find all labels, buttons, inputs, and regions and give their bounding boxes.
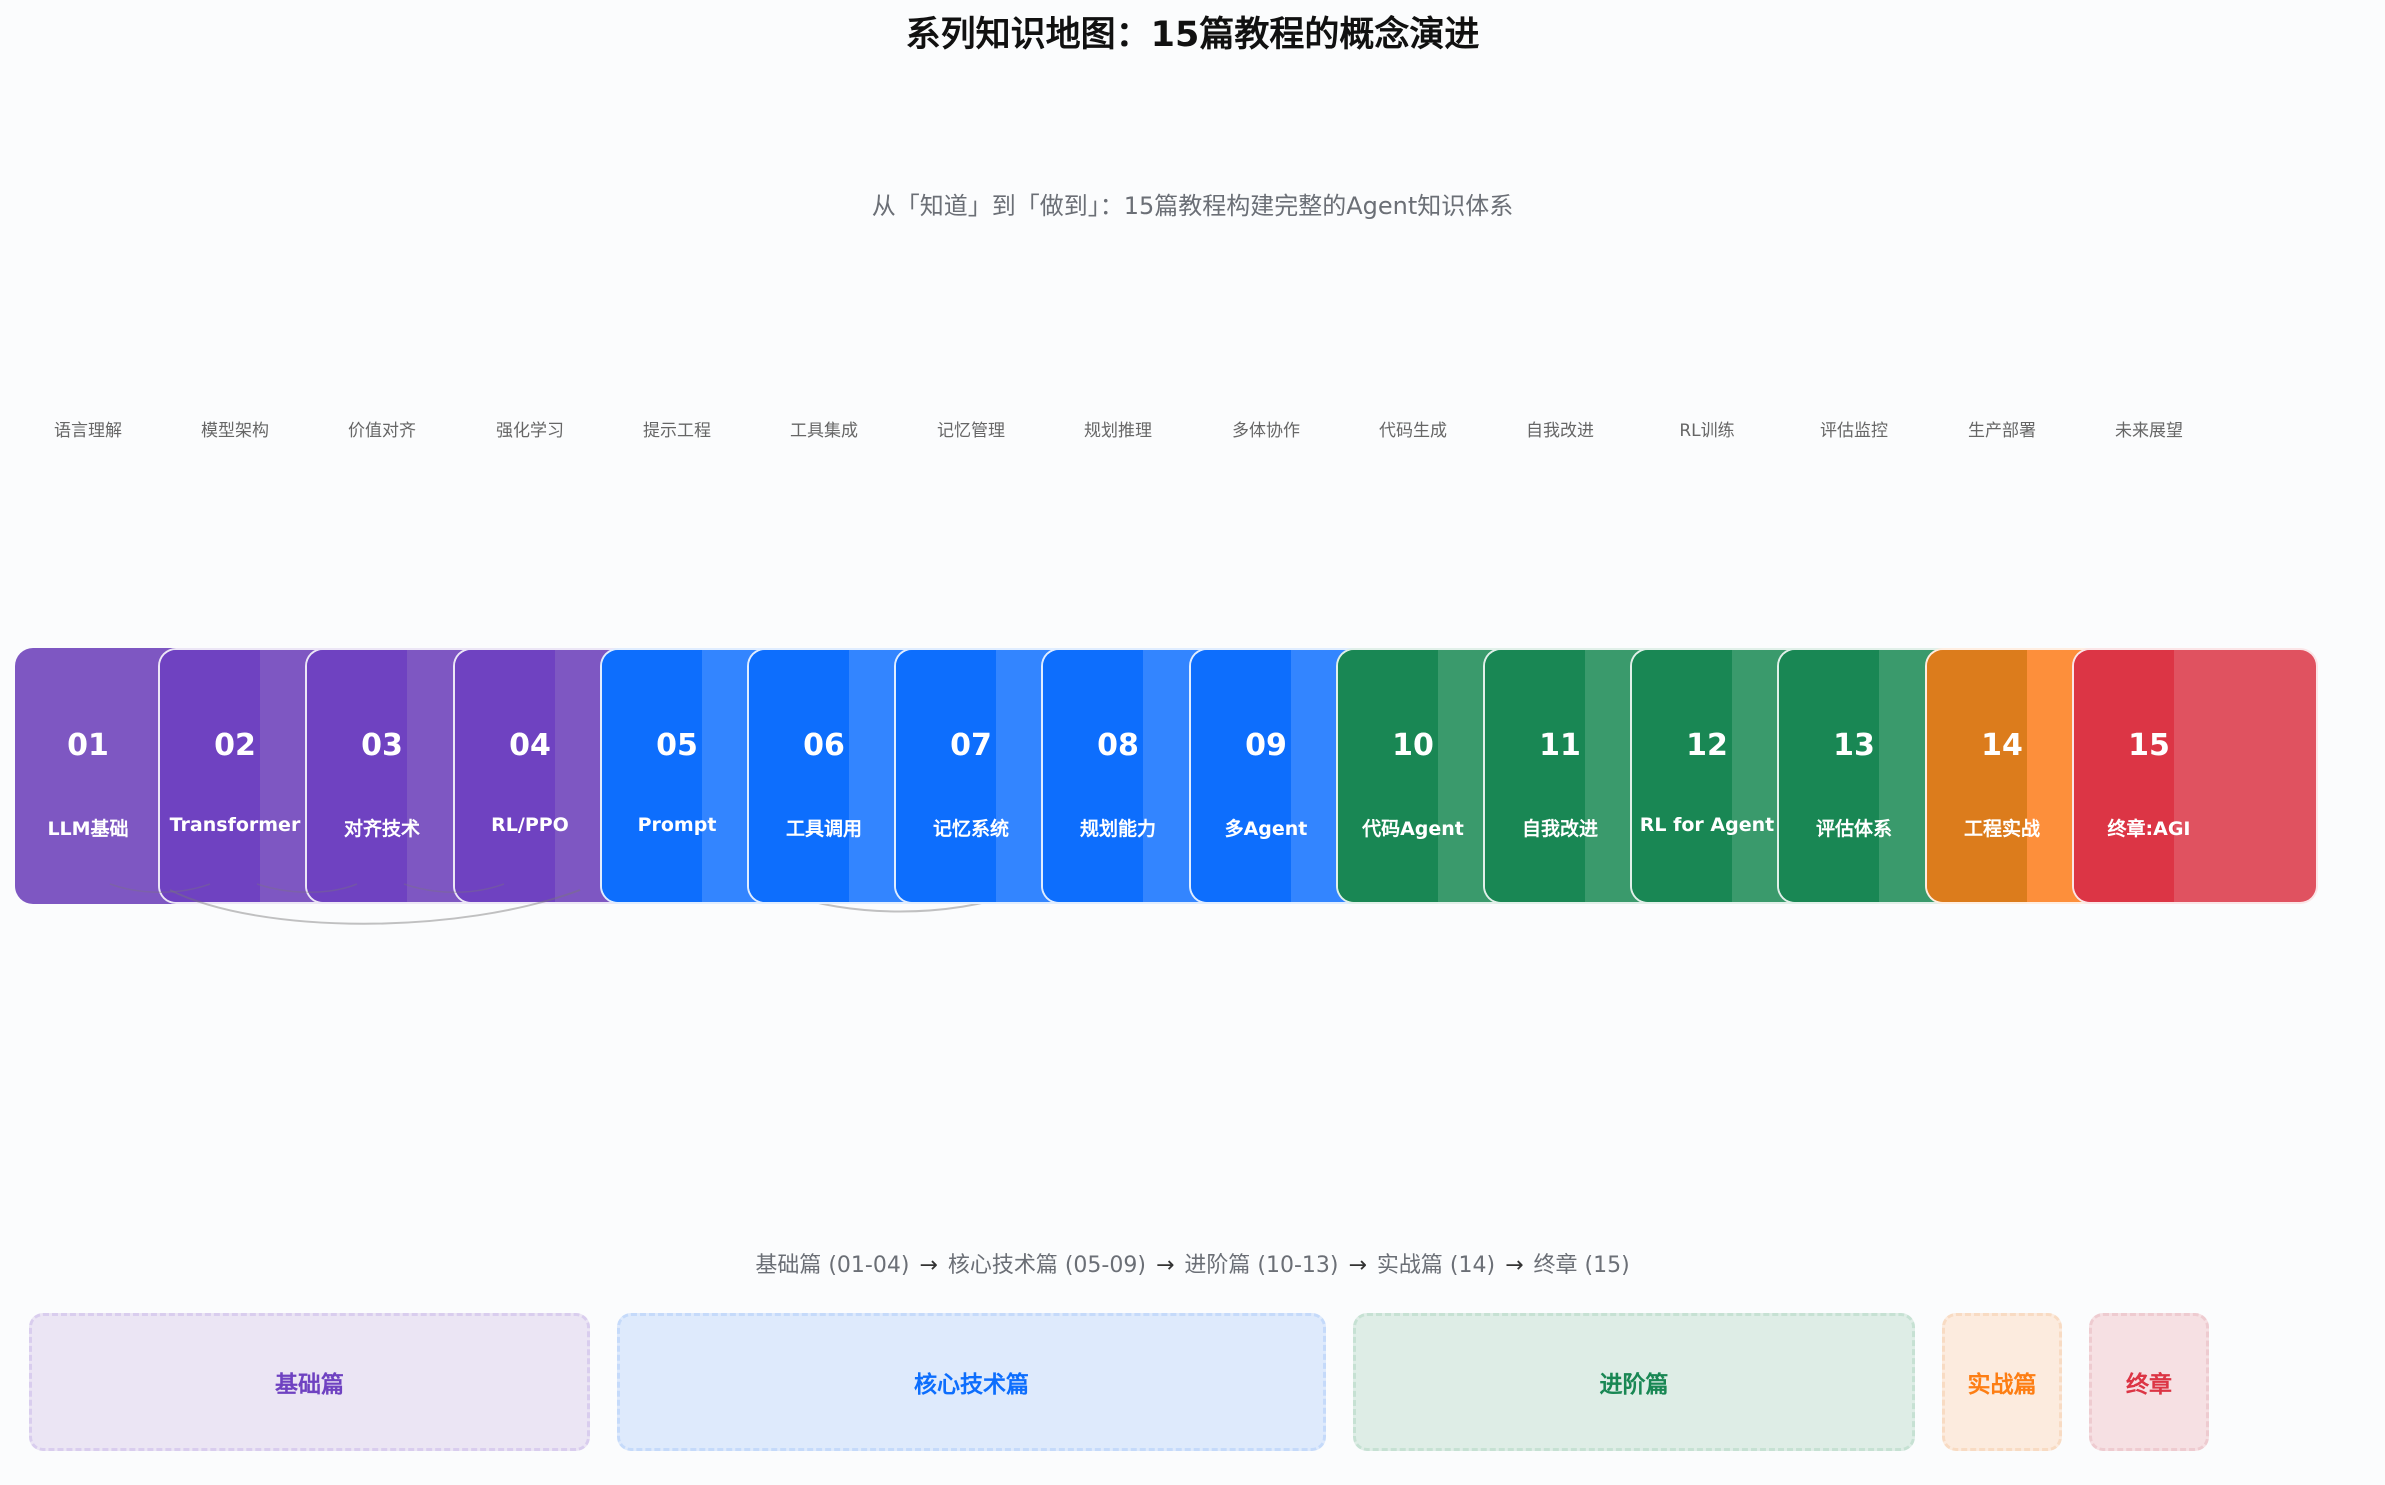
group-box-practice: 实战篇 — [1942, 1313, 2062, 1451]
card-overlap-shade — [1485, 650, 1585, 902]
group-label: 终章 — [2126, 1372, 2172, 1398]
tutorial-number: 06 — [803, 728, 845, 763]
concept-label: 自我改进 — [1526, 421, 1594, 441]
concept-label: 价值对齐 — [348, 421, 416, 441]
group-box-basic: 基础篇 — [29, 1313, 590, 1451]
arrow-right-icon: → — [1348, 1253, 1367, 1278]
concept-label: 强化学习 — [496, 421, 564, 441]
card-overlap-shade — [602, 650, 702, 902]
concept-label: RL训练 — [1679, 421, 1735, 441]
concept-label: 生产部署 — [1968, 421, 2036, 441]
concept-label: 记忆管理 — [937, 421, 1005, 441]
group-label: 实战篇 — [1967, 1372, 2037, 1398]
tutorial-number: 01 — [67, 728, 109, 763]
card-overlap-shade — [1043, 650, 1143, 902]
group-label: 核心技术篇 — [914, 1372, 1029, 1398]
card-overlap-shade — [749, 650, 849, 902]
tutorial-number: 02 — [214, 728, 256, 763]
tutorial-number: 09 — [1245, 728, 1287, 763]
tutorial-title: 终章:AGI — [2107, 818, 2191, 840]
concept-label: 规划推理 — [1084, 421, 1152, 441]
concept-label: 工具集成 — [790, 421, 858, 441]
tutorial-number: 08 — [1097, 728, 1139, 763]
arrow-right-icon: → — [1505, 1253, 1524, 1278]
flow-step: 基础篇 (01-04) — [755, 1253, 910, 1278]
card-overlap-shade — [307, 650, 407, 902]
flow-step: 实战篇 (14) — [1376, 1253, 1496, 1278]
page-subtitle: 从「知道」到「做到」：15篇教程构建完整的Agent知识体系 — [871, 192, 1514, 220]
concept-label: 提示工程 — [643, 421, 711, 441]
tutorial-number: 12 — [1686, 728, 1728, 763]
flow-step: 核心技术篇 (05-09) — [947, 1253, 1146, 1278]
tutorial-number: 14 — [1981, 728, 2023, 763]
card-overlap-shade — [1632, 650, 1732, 902]
tutorial-card[interactable] — [2072, 648, 2318, 904]
arrow-right-icon: → — [919, 1253, 938, 1278]
tutorial-number: 13 — [1833, 728, 1875, 763]
tutorial-number: 10 — [1392, 728, 1434, 763]
group-label: 基础篇 — [275, 1372, 344, 1398]
concept-label: 模型架构 — [201, 421, 269, 441]
card-overlap-shade — [896, 650, 996, 902]
group-label: 进阶篇 — [1599, 1372, 1669, 1398]
tutorial-number: 04 — [509, 728, 551, 763]
concept-label: 未来展望 — [2115, 421, 2183, 441]
flow-summary: 基础篇 (01-04) → 核心技术篇 (05-09) → 进阶篇 (10-13) → 实战… — [0, 1247, 2385, 1279]
card-overlap-shade — [2074, 650, 2174, 902]
concept-label: 评估监控 — [1820, 421, 1888, 441]
tutorial-number: 07 — [950, 728, 992, 763]
concept-label: 语言理解 — [54, 421, 122, 441]
tutorial-number: 05 — [656, 728, 698, 763]
group-box-core: 核心技术篇 — [617, 1313, 1326, 1451]
card-overlap-shade — [1191, 650, 1291, 902]
card-overlap-shade — [1927, 650, 2027, 902]
concept-label: 多体协作 — [1232, 421, 1300, 441]
flow-step: 终章 (15) — [1533, 1253, 1630, 1278]
arrow-right-icon: → — [1155, 1253, 1175, 1278]
group-box-advanced: 进阶篇 — [1353, 1313, 1915, 1451]
card-overlap-shade — [1779, 650, 1879, 902]
tutorial-number: 15 — [2128, 728, 2170, 763]
tutorial-number: 11 — [1539, 728, 1581, 763]
flow-step: 进阶篇 (10-13) — [1184, 1253, 1339, 1278]
card-overlap-shade — [160, 650, 260, 902]
tutorial-number: 03 — [361, 728, 403, 763]
card-overlap-shade — [1338, 650, 1438, 902]
group-box-final: 终章 — [2089, 1313, 2209, 1451]
card-overlap-shade — [455, 650, 555, 902]
concept-label: 代码生成 — [1379, 421, 1447, 441]
page-title: 系列知识地图：15篇教程的概念演进 — [905, 15, 1480, 55]
